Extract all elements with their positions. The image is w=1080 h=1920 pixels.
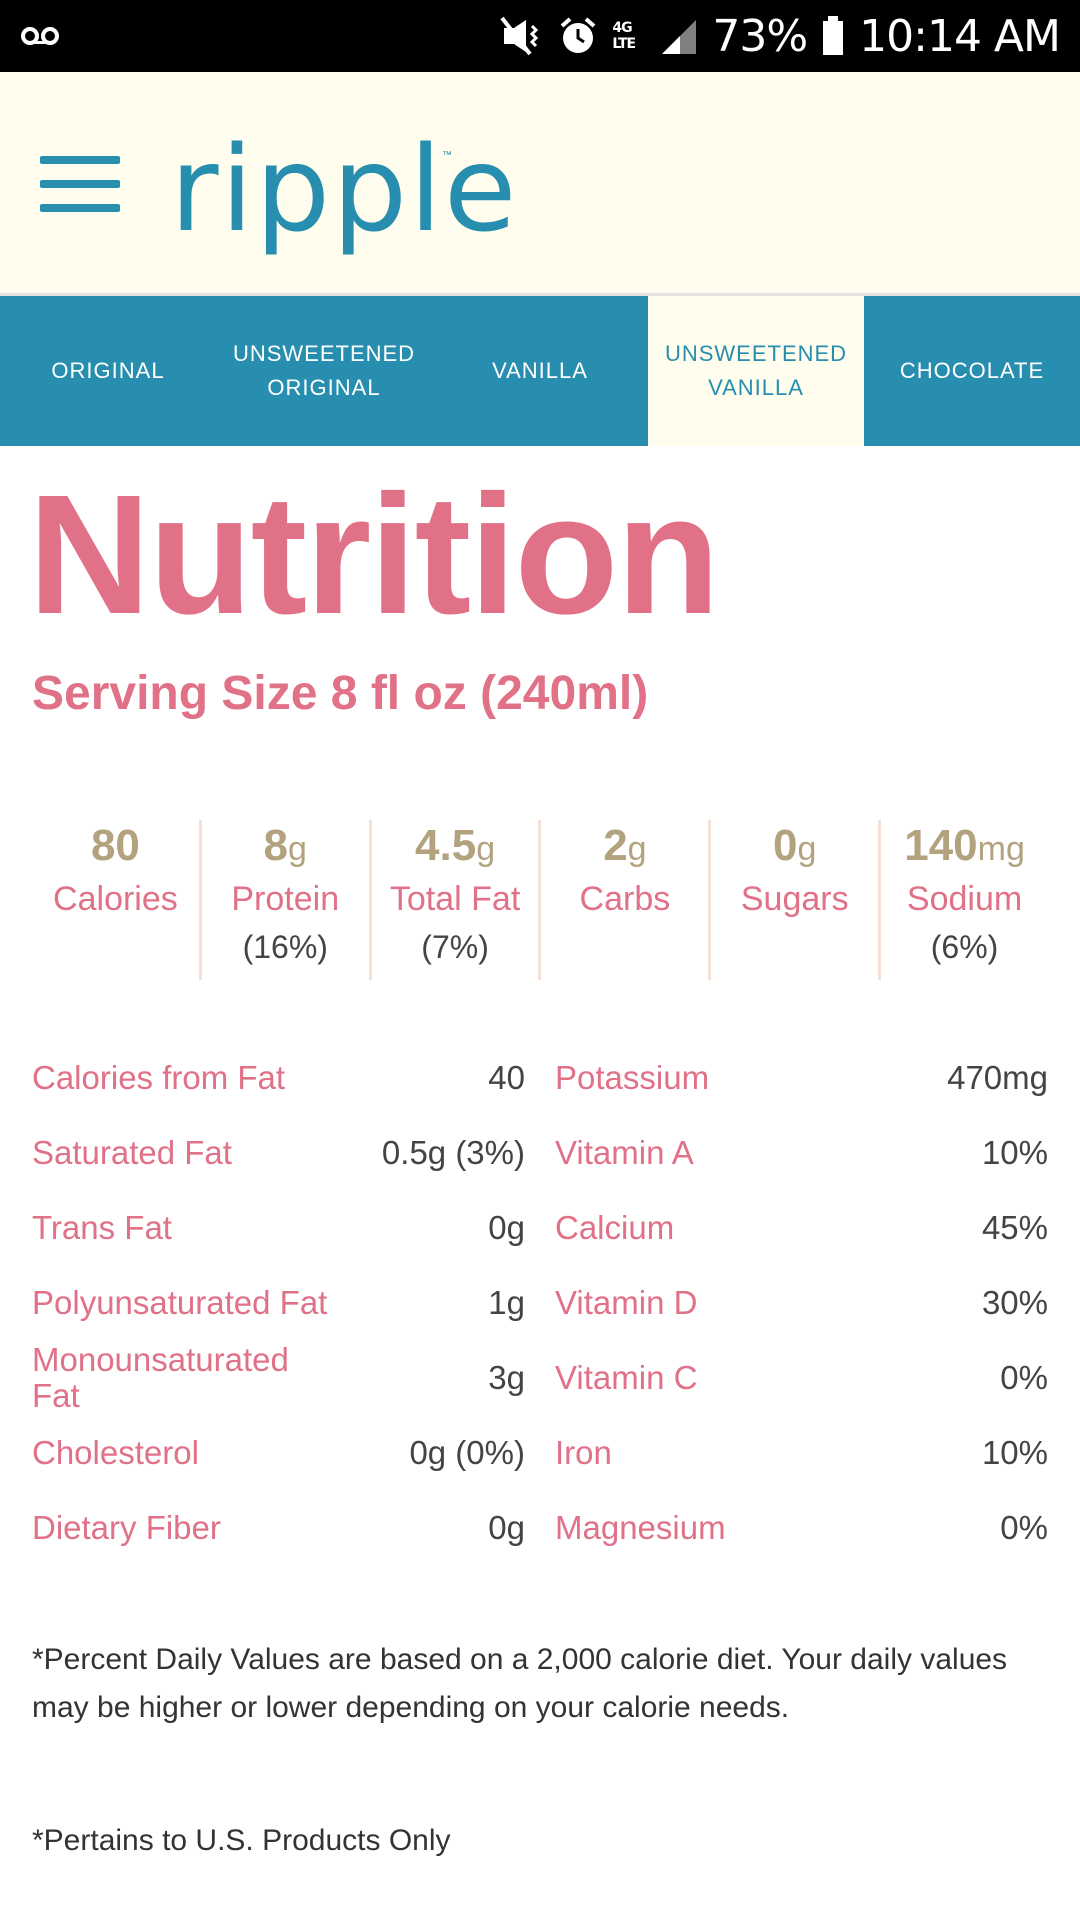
site-header: ripple ™ — [0, 72, 1080, 296]
detail-value: 1g — [488, 1283, 525, 1321]
detail-value: 0g — [488, 1508, 525, 1546]
detail-row: Saturated Fat 0.5g (3%) — [32, 1115, 525, 1190]
detail-row: Calories from Fat 40 — [32, 1040, 525, 1115]
detail-row: Calcium 45% — [555, 1190, 1048, 1265]
flavor-tabs: ORIGINAL UNSWEETENED ORIGINAL VANILLA UN… — [0, 296, 1080, 446]
summary-sodium: 140mg Sodium (6%) — [881, 820, 1048, 980]
detail-value: 0% — [1000, 1508, 1048, 1546]
detail-label: Monounsaturated Fat — [32, 1340, 289, 1414]
detail-value: 45% — [981, 1208, 1048, 1246]
detail-label: Vitamin A — [555, 1133, 694, 1171]
detail-label: Magnesium — [555, 1508, 726, 1546]
summary-label: Total Fat — [389, 880, 521, 918]
detail-value: 0g — [488, 1208, 525, 1246]
detail-row: Iron 10% — [555, 1415, 1048, 1490]
detail-label: Saturated Fat — [32, 1133, 232, 1171]
detail-label: Iron — [555, 1433, 612, 1471]
summary-percent: (16%) — [242, 929, 328, 965]
page-title: Nutrition — [28, 460, 720, 650]
summary-percent: (6%) — [930, 929, 999, 965]
summary-value: 140 — [904, 821, 978, 870]
summary-unit: g — [797, 830, 817, 868]
network-indicator: 4G LTE — [612, 20, 636, 52]
detail-row: Dietary Fiber 0g — [32, 1490, 525, 1565]
summary-value: 2 — [603, 821, 628, 870]
us-products-footnote: *Pertains to U.S. Products Only — [32, 1824, 451, 1857]
detail-label: Potassium — [555, 1058, 710, 1096]
summary-unit: mg — [977, 830, 1025, 868]
alarm-icon — [558, 16, 598, 56]
summary-percent: (7%) — [421, 929, 489, 965]
tab-chocolate[interactable]: CHOCOLATE — [864, 296, 1080, 446]
summary-value: 0 — [773, 821, 798, 870]
signal-icon — [658, 16, 698, 56]
detail-row: Vitamin A 10% — [555, 1115, 1048, 1190]
detail-label: Trans Fat — [32, 1208, 172, 1246]
detail-row: Polyunsaturated Fat 1g — [32, 1265, 525, 1340]
detail-value: 30% — [981, 1283, 1048, 1321]
serving-size: Serving Size 8 fl oz (240ml) — [32, 667, 649, 720]
detail-row: Vitamin D 30% — [555, 1265, 1048, 1340]
menu-icon[interactable] — [40, 156, 120, 212]
ripple-logo[interactable]: ripple — [170, 120, 518, 258]
detail-label: Dietary Fiber — [32, 1508, 221, 1546]
summary-value: 4.5 — [415, 821, 477, 870]
voicemail-icon — [20, 24, 60, 48]
summary-sugars: 0g Sugars — [711, 820, 882, 980]
detail-value: 10% — [981, 1133, 1048, 1171]
detail-label: Cholesterol — [32, 1433, 199, 1471]
detail-label: Polyunsaturated Fat — [32, 1283, 328, 1321]
detail-value: 10% — [981, 1433, 1048, 1471]
summary-value: 8 — [263, 821, 289, 870]
nutrition-details: Calories from Fat 40 Saturated Fat 0.5g (3… — [32, 1040, 1048, 1565]
battery-percent: 73% — [712, 10, 808, 62]
detail-value: 470mg — [947, 1058, 1048, 1096]
summary-carbs: 2g Carbs — [541, 820, 712, 980]
daily-values-footnote: *Percent Daily Values are based on a 2,0… — [32, 1643, 1008, 1724]
details-left-column: Calories from Fat 40 Saturated Fat 0.5g (3… — [32, 1040, 525, 1565]
detail-row: Vitamin C 0% — [555, 1340, 1048, 1415]
summary-protein: 8g Protein (16%) — [202, 820, 372, 980]
detail-value: 0.5g (3%) — [381, 1133, 525, 1171]
tab-original[interactable]: ORIGINAL — [0, 296, 216, 446]
nutrition-summary: 80 Calories 8g Protein (16%) 4.5g Total … — [32, 820, 1048, 980]
summary-unit: g — [627, 830, 647, 868]
status-bar: 4G LTE 73% 10:14 AM — [0, 0, 1080, 72]
detail-label: Vitamin C — [555, 1358, 698, 1396]
mute-vibrate-icon — [500, 16, 544, 56]
summary-label: Carbs — [579, 880, 671, 918]
summary-label: Calories — [53, 880, 178, 918]
summary-unit: g — [476, 830, 496, 868]
summary-label: Sugars — [740, 880, 849, 918]
detail-row: Monounsaturated Fat 3g — [32, 1340, 525, 1415]
detail-value: 40 — [488, 1058, 525, 1096]
tab-vanilla[interactable]: VANILLA — [432, 296, 648, 446]
clock: 10:14 AM — [859, 10, 1061, 62]
summary-calories: 80 Calories — [32, 820, 202, 980]
summary-total-fat: 4.5g Total Fat (7%) — [372, 820, 542, 980]
battery-icon — [821, 16, 845, 56]
tab-unsweetened-original[interactable]: UNSWEETENED ORIGINAL — [216, 296, 432, 446]
detail-value: 0g (0%) — [409, 1433, 525, 1471]
detail-row: Cholesterol 0g (0%) — [32, 1415, 525, 1490]
detail-value: 0% — [1000, 1358, 1048, 1396]
summary-label: Sodium — [906, 880, 1023, 918]
detail-row: Potassium 470mg — [555, 1040, 1048, 1115]
detail-label: Calories from Fat — [32, 1058, 286, 1096]
detail-label: Vitamin D — [555, 1283, 698, 1321]
summary-label: Protein — [231, 880, 340, 918]
details-right-column: Potassium 470mg Vitamin A 10% Calcium 45% V… — [555, 1040, 1048, 1565]
summary-unit: g — [288, 830, 307, 868]
detail-label: Calcium — [555, 1208, 675, 1246]
detail-row: Magnesium 0% — [555, 1490, 1048, 1565]
summary-value: 80 — [90, 821, 140, 870]
tab-unsweetened-vanilla[interactable]: UNSWEETENED VANILLA — [648, 296, 864, 446]
logo-trademark: ™ — [442, 150, 452, 161]
detail-row: Trans Fat 0g — [32, 1190, 525, 1265]
detail-value: 3g — [488, 1358, 525, 1396]
